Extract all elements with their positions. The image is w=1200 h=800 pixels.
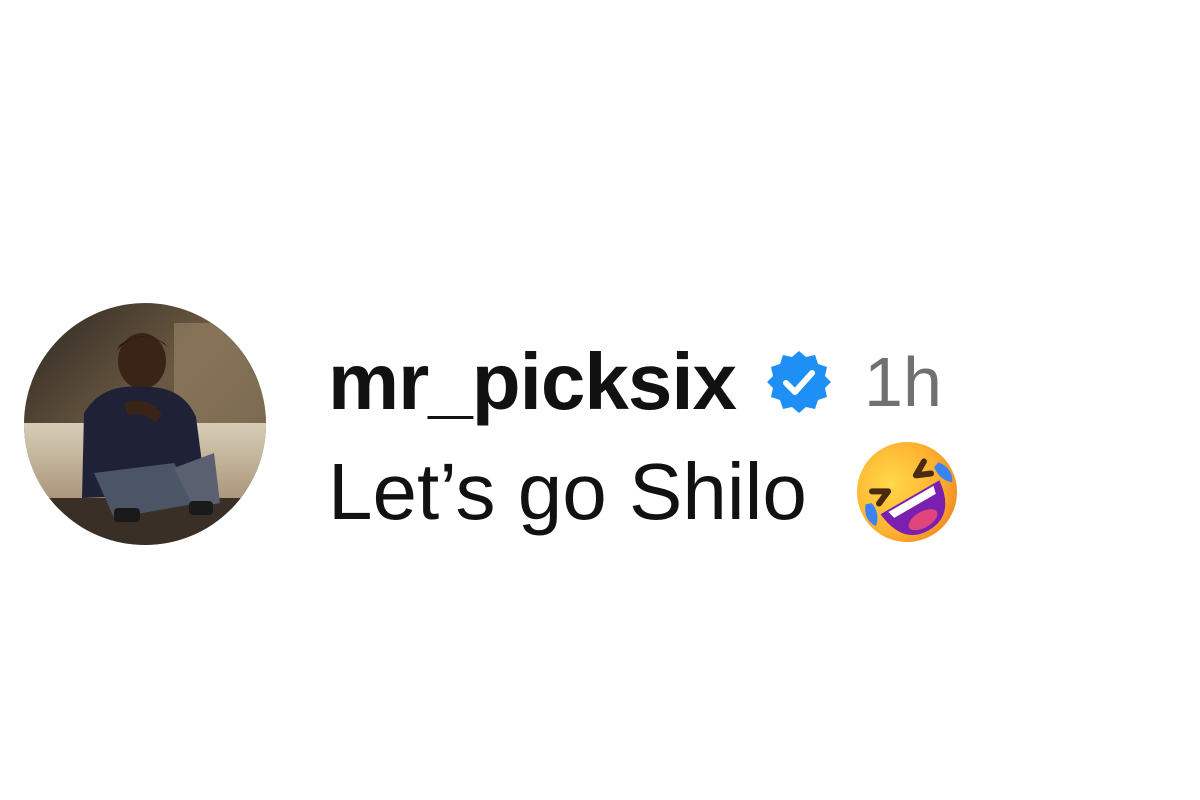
comment-text: Let’s go Shilo	[328, 447, 807, 536]
comment-screenshot: mr_picksix 1h Let’s go Shilo	[0, 0, 1200, 800]
avatar-photo	[24, 303, 266, 545]
verified-badge-icon	[766, 349, 832, 415]
rolling-on-floor-laughing-emoji-icon	[851, 436, 963, 548]
comment-header: mr_picksix 1h	[328, 341, 963, 423]
comment-body: mr_picksix 1h Let’s go Shilo	[328, 341, 963, 542]
comment-text-line: Let’s go Shilo	[328, 442, 963, 542]
avatar[interactable]	[24, 303, 266, 545]
comment-item: mr_picksix 1h Let’s go Shilo	[24, 303, 963, 545]
username-link[interactable]: mr_picksix	[328, 342, 737, 422]
timestamp: 1h	[864, 343, 942, 421]
